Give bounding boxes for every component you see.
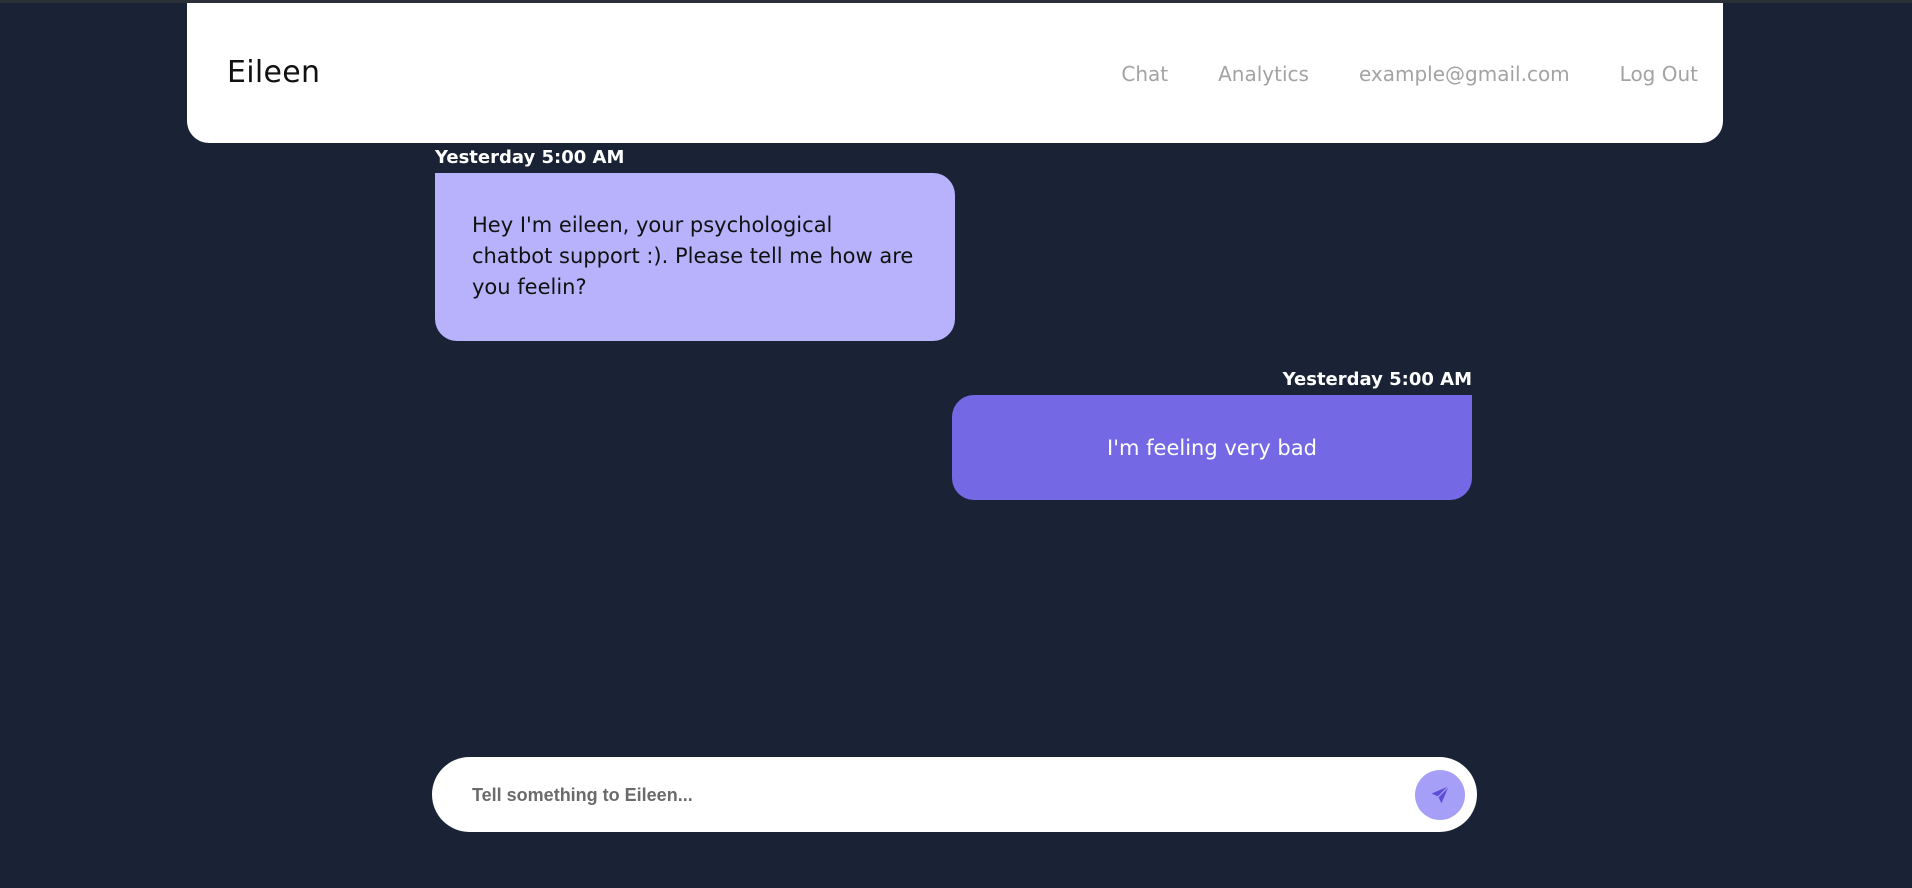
- nav-link-chat[interactable]: Chat: [1121, 61, 1168, 87]
- send-icon: [1431, 785, 1450, 804]
- bot-message-timestamp: Yesterday 5:00 AM: [435, 147, 625, 168]
- bot-message-bubble: Hey I'm eileen, your psychological chatb…: [435, 173, 955, 341]
- message-composer: [432, 757, 1477, 832]
- user-message-text: I'm feeling very bad: [1107, 435, 1317, 460]
- user-message-timestamp: Yesterday 5:00 AM: [1282, 369, 1472, 390]
- bot-message-text: Hey I'm eileen, your psychological chatb…: [472, 213, 914, 299]
- nav-user-email[interactable]: example@gmail.com: [1359, 61, 1570, 87]
- nav-links: Chat Analytics example@gmail.com Log Out: [1121, 61, 1698, 87]
- message-input[interactable]: [470, 775, 1374, 815]
- nav-link-analytics[interactable]: Analytics: [1218, 61, 1309, 87]
- top-navbar: Eileen Chat Analytics example@gmail.com …: [187, 3, 1723, 143]
- send-button[interactable]: [1415, 770, 1465, 820]
- user-message-bubble: I'm feeling very bad: [952, 395, 1472, 500]
- nav-link-logout[interactable]: Log Out: [1620, 61, 1698, 87]
- brand-logo[interactable]: Eileen: [227, 55, 320, 91]
